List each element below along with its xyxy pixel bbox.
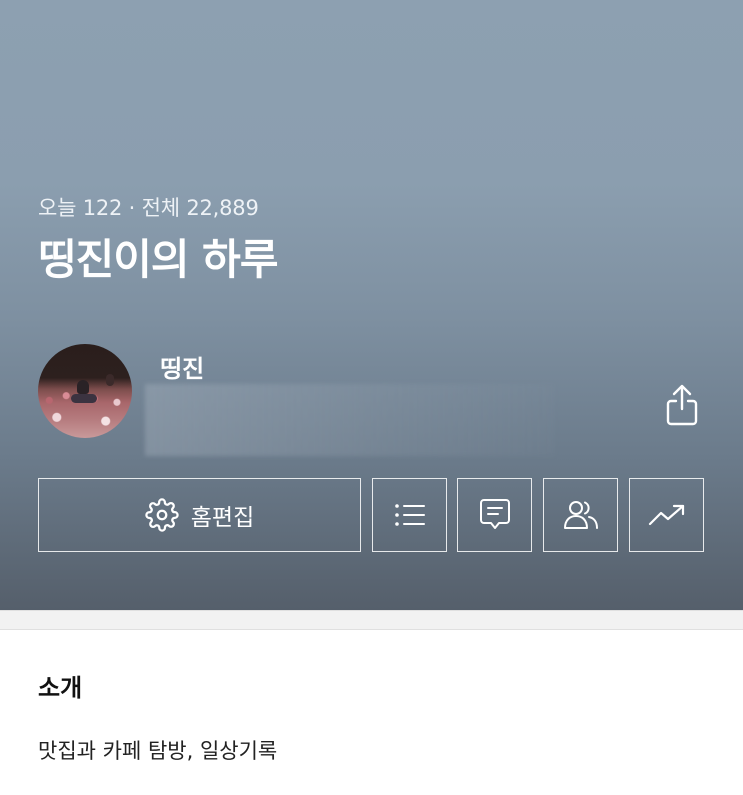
stats-icon [648,504,684,526]
visitor-count: 오늘 122 · 전체 22,889 [38,196,259,220]
avatar-figure [77,380,89,394]
blurred-profile-info [145,384,555,456]
intro-heading: 소개 [38,674,83,702]
home-edit-label: 홈편집 [190,505,255,531]
blog-header: 오늘 122 · 전체 22,889 띵진이의 하루 띵진 홈편집 [0,0,743,610]
comment-icon [479,499,510,529]
avatar-figure-background [106,374,114,386]
username[interactable]: 띵진 [160,349,204,384]
gear-icon [145,498,179,532]
section-divider [0,610,743,630]
share-icon [666,384,698,426]
home-edit-button[interactable]: 홈편집 [38,478,361,552]
avatar[interactable] [38,344,132,438]
stats-button[interactable] [629,478,704,552]
blog-title: 띵진이의 하루 [38,235,278,284]
neighbors-button[interactable] [543,478,618,552]
share-button[interactable] [662,382,702,428]
intro-text: 맛집과 카페 탐방, 일상기록 [38,739,278,763]
comment-button[interactable] [457,478,532,552]
avatar-figure-legs [71,394,97,403]
list-icon [394,504,425,526]
list-button[interactable] [372,478,447,552]
neighbors-icon [563,501,598,529]
